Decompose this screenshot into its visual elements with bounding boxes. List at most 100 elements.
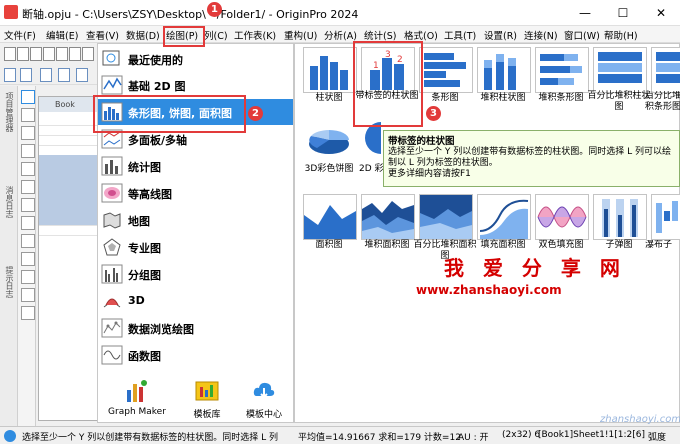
status-hint: 选择至少一个 Y 列以创建带有数据标签的柱状图。同时选择 L 列 <box>22 433 278 443</box>
maximize-button[interactable]: ☐ <box>604 0 642 26</box>
menu-reshape[interactable]: 重构(U) <box>284 28 317 42</box>
export-icon[interactable] <box>76 68 88 82</box>
screen-reader-icon[interactable] <box>21 162 35 176</box>
standard-toolbar <box>0 43 98 63</box>
category-label: 数据浏览绘图 <box>128 323 194 336</box>
new-notes-icon[interactable] <box>56 47 68 61</box>
category-map[interactable]: 地图 <box>98 207 293 233</box>
new-graph-icon[interactable] <box>30 47 42 61</box>
percent-stacked-column-thumb-icon <box>598 52 642 83</box>
region-tool-icon[interactable] <box>21 306 35 320</box>
template-area[interactable] <box>303 194 357 240</box>
close-button[interactable]: ✕ <box>642 0 680 26</box>
function-icon <box>101 345 123 365</box>
category-label: 3D <box>128 294 145 307</box>
menu-worksheet[interactable]: 工作表(K) <box>234 28 276 42</box>
rectangle-tool-icon[interactable] <box>21 270 35 284</box>
template-percent-stacked-area[interactable] <box>419 194 473 240</box>
category-label: 最近使用的 <box>128 54 183 67</box>
category-function[interactable]: 函数图 <box>98 342 293 368</box>
origin-app-icon <box>4 5 18 19</box>
import-icon[interactable] <box>58 68 70 82</box>
stacked-bar-thumb-icon <box>540 54 582 85</box>
template-stacked-column[interactable] <box>477 47 531 93</box>
undo-icon[interactable] <box>4 68 16 82</box>
category-recent[interactable]: 最近使用的 <box>98 46 293 72</box>
new-workbook-icon[interactable] <box>17 47 29 61</box>
arrow-tool-icon[interactable] <box>21 252 35 266</box>
template-center-button[interactable]: 模板中心 <box>238 378 290 420</box>
annotation-badge-3: 3 <box>426 106 441 121</box>
menu-view[interactable]: 查看(V) <box>86 28 119 42</box>
workbook-window[interactable]: Book <box>38 96 113 421</box>
zoom-tool-icon[interactable] <box>21 108 35 122</box>
category-contour[interactable]: 等高线图 <box>98 180 293 206</box>
template-label: 百分比堆积条形图 <box>645 91 680 112</box>
tooltip-description: 选择至少一个 Y 列以创建带有数据标签的柱状图。同时选择 L 列可以绘制以 L … <box>388 147 671 168</box>
template-library-button[interactable]: 模板库 <box>182 378 232 420</box>
category-special[interactable]: 专业图 <box>98 234 293 260</box>
template-stacked-area[interactable] <box>361 194 415 240</box>
arrow-icon[interactable] <box>40 68 52 82</box>
menu-statistics[interactable]: 统计(S) <box>364 28 396 42</box>
category-label: 等高线图 <box>128 188 172 201</box>
graph-maker-label: Graph Maker <box>108 407 166 417</box>
template-tooltip: 带标签的柱状图 选择至少一个 Y 列以创建带有数据标签的柱状图。同时选择 L 列… <box>383 130 680 187</box>
data-selector-icon[interactable] <box>21 180 35 194</box>
menu-window[interactable]: 窗口(W) <box>564 28 600 42</box>
menu-file[interactable]: 文件(F) <box>4 28 36 42</box>
mask-tool-icon[interactable] <box>21 198 35 212</box>
category-data-browse[interactable]: 数据浏览绘图 <box>98 315 293 341</box>
template-percent-stacked-column[interactable] <box>593 47 647 93</box>
menu-settings[interactable]: 设置(R) <box>484 28 517 42</box>
redo-icon[interactable] <box>20 68 32 82</box>
category-label: 专业图 <box>128 242 161 255</box>
line-tool-icon[interactable] <box>21 234 35 248</box>
column-chart-thumb-icon <box>310 56 348 90</box>
new-matrix-icon[interactable] <box>43 47 55 61</box>
polygon-tool-icon[interactable] <box>21 288 35 302</box>
template-percent-stacked-bar[interactable] <box>651 47 680 93</box>
template-bullet[interactable] <box>593 194 647 240</box>
special-icon <box>103 238 121 256</box>
menu-analysis[interactable]: 分析(A) <box>324 28 357 42</box>
tooltip-more: 更多详细内容请按F1 <box>388 169 471 179</box>
menu-data[interactable]: 数据(D) <box>126 28 160 42</box>
status-info-icon <box>4 430 16 442</box>
template-3d-pie[interactable] <box>303 118 355 162</box>
category-grouped[interactable]: 分组图 <box>98 261 293 287</box>
waterfall-thumb-icon <box>656 201 678 233</box>
tab-hint-log[interactable]: 提示日志 <box>2 266 15 298</box>
title-bar: 断轴.opju - C:\Users\ZSY\Desktop\ - /Folde… <box>0 0 680 26</box>
window-title: 断轴.opju - C:\Users\ZSY\Desktop\ - /Folde… <box>22 8 359 21</box>
open-icon[interactable] <box>69 47 81 61</box>
menu-edit[interactable]: 编辑(E) <box>46 28 78 42</box>
menu-column[interactable]: 列(C) <box>204 28 228 42</box>
template-two-color-fill[interactable] <box>535 194 589 240</box>
category-3d[interactable]: 3D <box>98 288 293 314</box>
template-bar[interactable] <box>419 47 473 93</box>
menu-connect[interactable]: 连接(N) <box>524 28 558 42</box>
plot-template-panel: 1 3 2 柱状图 带标签的柱状图 条形图 堆积柱状图 堆积条形图 百分比堆积柱… <box>294 43 680 423</box>
menu-tools[interactable]: 工具(T) <box>444 28 476 42</box>
graph-maker-button[interactable]: Graph Maker <box>102 378 172 417</box>
category-label: 基础 2D 图 <box>128 80 186 93</box>
pointer-tool-icon[interactable] <box>21 90 35 104</box>
scale-tool-icon[interactable] <box>21 126 35 140</box>
minimize-button[interactable]: — <box>566 0 604 26</box>
template-fill-area[interactable] <box>477 194 531 240</box>
contour-icon <box>101 183 123 203</box>
template-label: 百分比堆积柱状图 <box>587 91 651 112</box>
tab-project-manager[interactable]: 项目管理器 <box>2 92 15 132</box>
category-statistics[interactable]: 统计图 <box>98 153 293 179</box>
data-reader-icon[interactable] <box>21 144 35 158</box>
template-stacked-bar[interactable] <box>535 47 589 93</box>
template-waterfall[interactable] <box>651 194 680 240</box>
new-project-icon[interactable] <box>4 47 16 61</box>
menu-help[interactable]: 帮助(H) <box>604 28 638 42</box>
save-icon[interactable] <box>82 47 94 61</box>
tab-message-log[interactable]: 消息日志 <box>2 186 15 218</box>
template-column[interactable] <box>303 47 357 93</box>
menu-format[interactable]: 格式(O) <box>404 28 438 42</box>
text-tool-icon[interactable] <box>21 216 35 230</box>
